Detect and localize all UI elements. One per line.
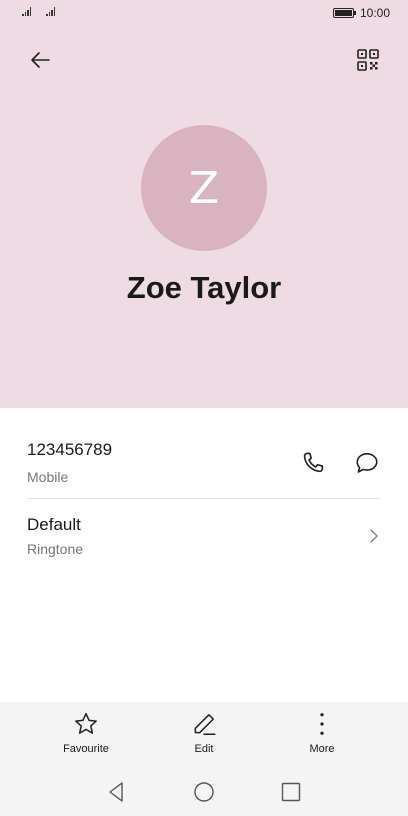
- divider: [27, 498, 380, 499]
- qr-code-button[interactable]: [350, 42, 386, 78]
- signal-icon: [46, 7, 55, 16]
- phone-type: Mobile: [27, 469, 69, 485]
- ringtone-row[interactable]: Default Ringtone: [0, 500, 408, 575]
- status-bar: 10:00: [0, 0, 408, 28]
- back-arrow-icon: [31, 52, 50, 68]
- favourite-label: Favourite: [63, 743, 109, 755]
- ringtone-label: Ringtone: [27, 541, 84, 557]
- qr-code-icon: [357, 49, 379, 71]
- star-icon: [75, 712, 97, 734]
- contact-header: 10:00 Z Zoe Taylor: [0, 0, 408, 408]
- system-navigation-bar: [0, 766, 408, 816]
- nav-recent-apps-icon[interactable]: [279, 780, 303, 804]
- favourite-button[interactable]: Favourite: [46, 710, 126, 762]
- avatar: Z: [141, 125, 267, 251]
- back-button[interactable]: [22, 42, 58, 78]
- contact-name: Zoe Taylor: [126, 270, 282, 305]
- phone-icon: [303, 452, 324, 473]
- ringtone-value: Default: [27, 515, 81, 534]
- more-button[interactable]: More: [282, 710, 362, 762]
- more-label: More: [309, 743, 335, 755]
- call-button[interactable]: [296, 446, 330, 480]
- nav-back-icon[interactable]: [104, 780, 128, 804]
- edit-button[interactable]: Edit: [164, 710, 244, 762]
- avatar-initial: Z: [188, 162, 220, 214]
- battery-icon: [333, 8, 354, 18]
- chevron-right-icon: [364, 525, 384, 547]
- message-bubble-icon: [356, 452, 378, 473]
- status-time: 10:00: [360, 6, 391, 20]
- message-button[interactable]: [350, 446, 384, 480]
- battery-tip: [354, 11, 356, 15]
- edit-label: Edit: [194, 743, 214, 755]
- phone-number-row[interactable]: 123456789 Mobile: [0, 408, 408, 498]
- signal-icon: [22, 7, 31, 16]
- more-vertical-icon: [320, 713, 324, 735]
- nav-home-icon[interactable]: [192, 780, 216, 804]
- phone-number: 123456789: [27, 440, 113, 459]
- pencil-icon: [194, 714, 216, 736]
